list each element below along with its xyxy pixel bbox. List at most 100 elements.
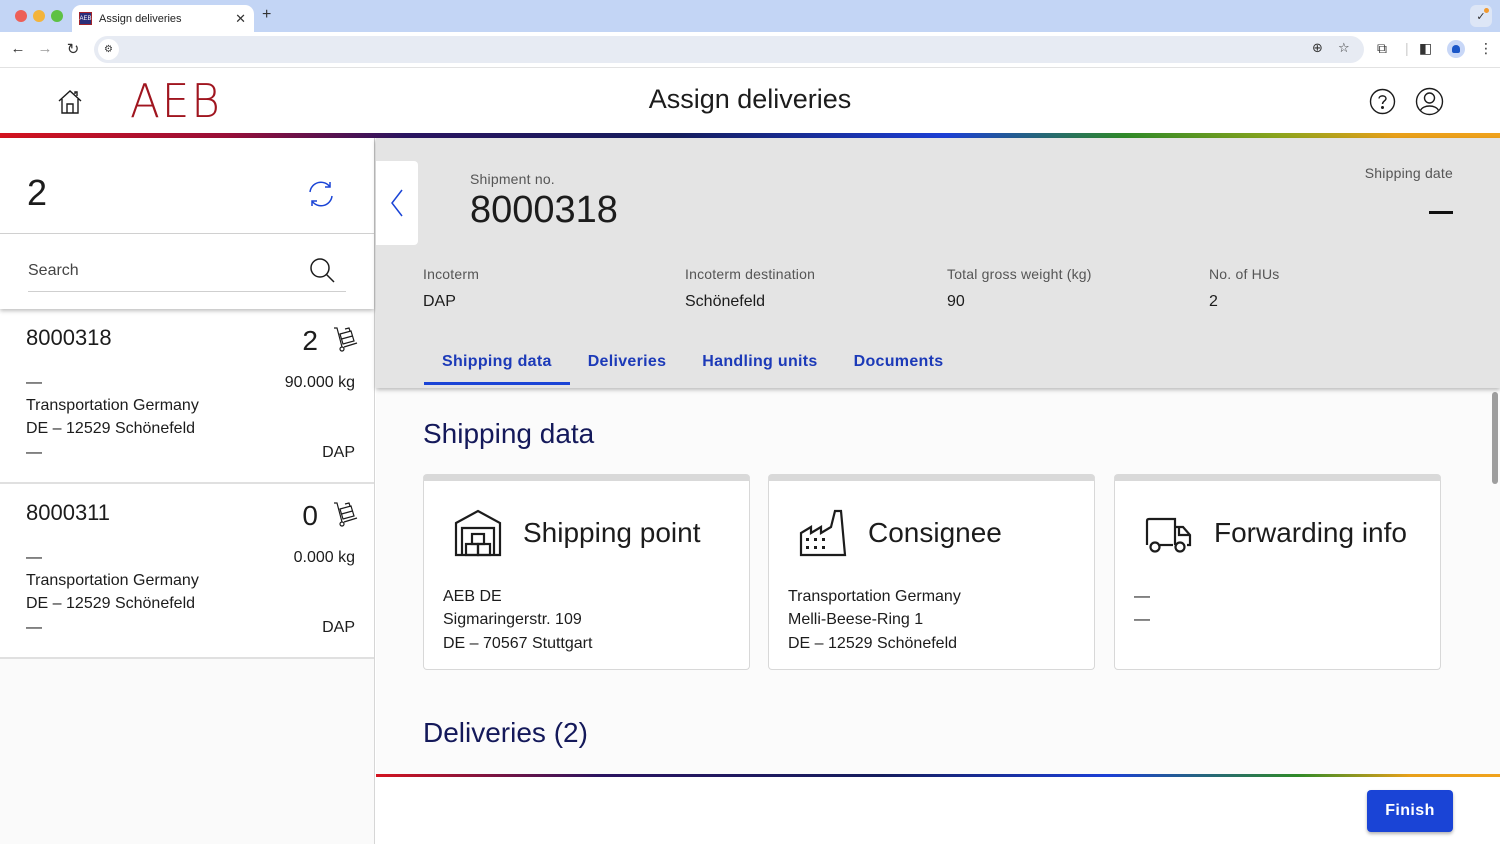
card-title: Forwarding info bbox=[1214, 517, 1407, 548]
address-bar[interactable]: ⚙ ⊕ ☆ bbox=[94, 36, 1364, 63]
close-tab-icon[interactable]: ✕ bbox=[235, 11, 246, 27]
factory-icon bbox=[799, 509, 847, 557]
shipping-point-card: Shipping point AEB DE Sigmaringerstr. 10… bbox=[423, 474, 750, 670]
section-title: Shipping data bbox=[423, 418, 595, 449]
consignee-address: DE – 12529 Schönefeld bbox=[26, 595, 196, 612]
card-line: Melli-Beese-Ring 1 bbox=[788, 611, 924, 628]
deliveries-section-title: Deliveries (2) bbox=[423, 717, 588, 748]
gross-weight: 90.000 kg bbox=[284, 374, 355, 391]
hand-truck-icon bbox=[334, 327, 358, 352]
shipment-detail: Shipment no. 8000318 Shipping date Incot… bbox=[376, 138, 1500, 844]
hu-count-value: 2 bbox=[1209, 293, 1218, 310]
shipment-number: 8000318 bbox=[26, 325, 112, 350]
window-zoom-button[interactable] bbox=[51, 10, 63, 22]
consignee-name: Transportation Germany bbox=[26, 572, 199, 589]
hand-truck-icon bbox=[334, 502, 358, 527]
tab-documents[interactable]: Documents bbox=[836, 343, 962, 383]
card-line: Sigmaringerstr. 109 bbox=[443, 611, 582, 628]
shipment-number: 8000311 bbox=[26, 500, 111, 525]
finish-button[interactable]: Finish bbox=[1367, 790, 1453, 832]
bookmark-star-icon[interactable]: ☆ bbox=[1338, 40, 1350, 56]
consignee-address: DE – 12529 Schönefeld bbox=[26, 420, 196, 437]
incoterm: DAP bbox=[322, 619, 355, 636]
browser-tab-title: Assign deliveries bbox=[99, 12, 182, 25]
notification-dot bbox=[1484, 8, 1489, 13]
detail-tabs: Shipping data Deliveries Handling units … bbox=[424, 343, 962, 385]
browser-toolbar: ← → ↻ ⚙ ⊕ ☆ ⧉ | ◧ ⋮ bbox=[0, 32, 1500, 68]
profile-avatar-icon[interactable] bbox=[1447, 40, 1465, 58]
shipment-header: Shipment no. 8000318 Shipping date Incot… bbox=[376, 138, 1500, 388]
window-close-button[interactable] bbox=[15, 10, 27, 22]
footer-gradient-bar bbox=[376, 774, 1500, 777]
site-settings-icon[interactable]: ⚙ bbox=[98, 39, 119, 60]
search-underline bbox=[28, 291, 346, 292]
search-icon[interactable] bbox=[308, 256, 336, 284]
page-title: Assign deliveries bbox=[648, 84, 852, 114]
new-tab-button[interactable]: + bbox=[262, 6, 271, 24]
forward-arrow-icon[interactable]: → bbox=[35, 40, 55, 57]
sidebar-header: 2 bbox=[0, 138, 374, 309]
zoom-icon[interactable]: ⊕ bbox=[1312, 40, 1323, 56]
card-line: DE – 12529 Schönefeld bbox=[788, 635, 958, 652]
refresh-icon[interactable] bbox=[305, 178, 337, 210]
shipment-number: 8000318 bbox=[470, 189, 618, 231]
card-line: Transportation Germany bbox=[788, 588, 961, 605]
truck-icon bbox=[1145, 517, 1192, 553]
shipping-date-empty bbox=[1429, 211, 1453, 214]
shipping-data-panel: Shipping data Shipping point AEB DE Sigm… bbox=[376, 388, 1500, 774]
window-minimize-button[interactable] bbox=[33, 10, 45, 22]
shipping-date: — bbox=[26, 374, 42, 391]
gross-weight: 0.000 kg bbox=[293, 549, 355, 566]
shipping-date: — bbox=[26, 549, 42, 566]
tab-deliveries[interactable]: Deliveries bbox=[570, 343, 685, 383]
gross-weight-label: Total gross weight (kg) bbox=[947, 266, 1092, 282]
favicon-icon: AEB bbox=[79, 12, 92, 25]
incoterm-destination-value: Schönefeld bbox=[685, 293, 766, 310]
collapse-sidebar-button[interactable] bbox=[376, 161, 418, 245]
hu-count: 2 bbox=[302, 325, 318, 356]
shipment-list-sidebar: 2 8000318 2 — 90.000 kg Transportation G… bbox=[0, 138, 375, 844]
card-title: Consignee bbox=[868, 517, 1002, 548]
consignee-card: Consignee Transportation Germany Melli-B… bbox=[768, 474, 1095, 670]
action-footer: Finish bbox=[376, 774, 1500, 844]
chevron-left-icon bbox=[391, 189, 403, 217]
side-panel-icon[interactable]: ◧ bbox=[1419, 40, 1432, 57]
shipment-list-item[interactable]: 8000318 2 — 90.000 kg Transportation Ger… bbox=[0, 309, 374, 484]
shipment-list-item[interactable]: 8000311 0 — 0.000 kg Transportation Germ… bbox=[0, 484, 374, 659]
card-title: Shipping point bbox=[523, 517, 701, 548]
tab-search-button[interactable]: ✓ bbox=[1470, 5, 1492, 27]
tab-handling-units[interactable]: Handling units bbox=[684, 343, 835, 383]
reload-icon[interactable]: ↻ bbox=[63, 40, 83, 58]
card-line: — bbox=[1134, 588, 1150, 605]
user-account-icon[interactable] bbox=[1415, 87, 1444, 116]
hu-count: 0 bbox=[302, 500, 318, 531]
incoterm-value: DAP bbox=[423, 293, 456, 310]
content-scrollbar[interactable] bbox=[1492, 392, 1498, 484]
browser-menu-icon[interactable]: ⋮ bbox=[1479, 40, 1493, 57]
forwarder: — bbox=[26, 444, 42, 461]
search-input[interactable] bbox=[28, 258, 308, 284]
browser-tab-strip: AEB Assign deliveries ✕ + ✓ bbox=[0, 0, 1500, 32]
browser-tab[interactable]: AEB Assign deliveries ✕ bbox=[72, 5, 254, 32]
shipment-no-label: Shipment no. bbox=[470, 171, 555, 187]
forwarding-info-card: Forwarding info — — bbox=[1114, 474, 1441, 670]
card-line: AEB DE bbox=[443, 588, 502, 605]
warehouse-icon bbox=[454, 509, 502, 557]
shipping-date-label: Shipping date bbox=[1364, 165, 1453, 181]
sidebar-divider bbox=[0, 233, 374, 234]
tab-shipping-data[interactable]: Shipping data bbox=[424, 343, 570, 385]
card-line: — bbox=[1134, 611, 1150, 628]
back-arrow-icon[interactable]: ← bbox=[8, 40, 28, 57]
card-line: DE – 70567 Stuttgart bbox=[443, 635, 593, 652]
incoterm-destination-label: Incoterm destination bbox=[685, 266, 816, 282]
extensions-icon[interactable]: ⧉ bbox=[1377, 40, 1387, 57]
shipment-count: 2 bbox=[27, 172, 48, 213]
toolbar-divider: | bbox=[1405, 40, 1409, 56]
incoterm: DAP bbox=[322, 444, 355, 461]
hu-count-label: No. of HUs bbox=[1209, 266, 1280, 282]
gross-weight-value: 90 bbox=[947, 293, 965, 310]
forwarder: — bbox=[26, 619, 42, 636]
incoterm-label: Incoterm bbox=[423, 266, 480, 282]
help-icon[interactable] bbox=[1369, 88, 1396, 115]
consignee-name: Transportation Germany bbox=[26, 397, 199, 414]
